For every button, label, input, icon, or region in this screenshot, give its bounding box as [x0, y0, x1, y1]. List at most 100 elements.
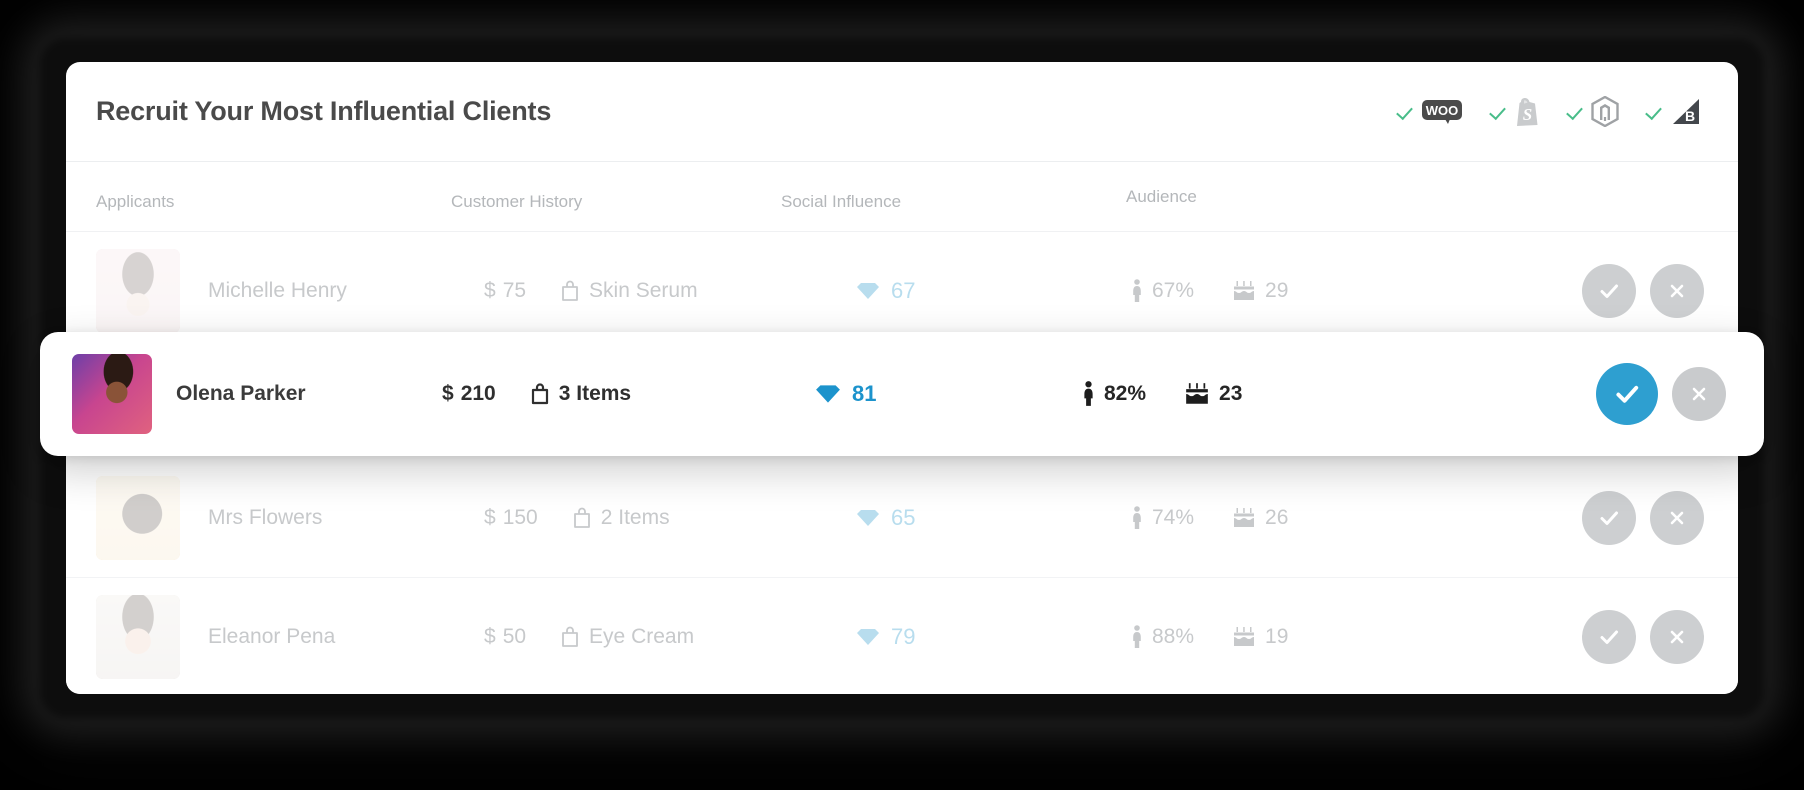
table-row-selected[interactable]: Olena Parker $210 3 Items 81 82% 23	[40, 332, 1764, 456]
accept-button[interactable]	[1582, 610, 1636, 664]
female-percentage: 88%	[1152, 625, 1195, 648]
diamond-icon	[816, 385, 840, 403]
birthday-cake-icon	[1186, 383, 1208, 404]
avatar	[96, 475, 180, 560]
row-actions	[1596, 363, 1726, 425]
price-value: $50	[484, 625, 526, 649]
audience-cell: 88% 19	[1131, 625, 1288, 649]
product-name: 2 Items	[600, 505, 670, 529]
row-actions	[1582, 610, 1704, 664]
accept-button[interactable]	[1596, 363, 1658, 425]
product-name: Eye Cream	[589, 625, 695, 648]
female-percentage-metric: 88%	[1131, 625, 1194, 649]
product-info: Eye Cream	[560, 625, 694, 649]
reject-button[interactable]	[1650, 490, 1704, 545]
row-actions	[1582, 263, 1704, 318]
integration-magento[interactable]	[1566, 96, 1619, 127]
table-row[interactable]: Mrs Flowers $150 2 Items 65 74% 26	[66, 458, 1738, 578]
shopping-bag-icon	[531, 383, 548, 405]
female-percentage: 67%	[1152, 278, 1195, 302]
birthday-cake-icon	[1234, 280, 1255, 300]
currency-symbol: $	[484, 505, 496, 529]
influence-score: 79	[891, 624, 916, 649]
integration-bigcommerce[interactable]: B	[1645, 98, 1700, 126]
social-influence-cell: 81	[815, 381, 876, 407]
female-percentage-metric: 74%	[1131, 506, 1194, 530]
diamond-icon	[857, 282, 879, 299]
currency-symbol: $	[484, 625, 496, 648]
magento-icon	[1591, 96, 1619, 127]
reject-button[interactable]	[1650, 610, 1704, 664]
price-amount: 75	[502, 278, 527, 302]
check-icon	[1600, 511, 1618, 525]
diamond-icon	[857, 509, 879, 526]
social-influence-cell: 65	[856, 505, 915, 531]
close-icon	[1670, 284, 1684, 297]
reject-button[interactable]	[1650, 263, 1704, 318]
audience-cell: 67% 29	[1131, 279, 1288, 303]
age-metric: 29	[1232, 279, 1288, 303]
close-icon	[1670, 630, 1684, 644]
product-name: 3 Items	[558, 382, 632, 405]
applicant-name: Eleanor Pena	[208, 625, 336, 648]
woocommerce-icon: WOO	[1422, 99, 1462, 124]
female-percentage-metric: 67%	[1131, 279, 1194, 303]
age-metric: 26	[1232, 506, 1288, 530]
check-icon	[1600, 630, 1618, 644]
check-icon	[1616, 385, 1639, 403]
influence-score: 81	[852, 381, 877, 406]
applicant-list: Michelle Henry $75 Skin Serum 67 67% 29 …	[66, 232, 1738, 694]
audience-cell: 82% 23	[1082, 381, 1242, 407]
female-percentage: 82%	[1104, 382, 1147, 405]
reject-button[interactable]	[1672, 367, 1726, 421]
column-header-customer-history: Customer History	[451, 192, 583, 211]
product-name: Skin Serum	[589, 278, 698, 302]
integration-list: WOO S B	[1396, 96, 1706, 127]
influence-score: 67	[891, 277, 916, 303]
price-value: $150	[484, 506, 538, 530]
social-influence-cell: 67	[856, 278, 915, 304]
customer-history-cell: $150 2 Items	[484, 506, 670, 530]
check-icon	[1600, 284, 1618, 298]
integration-shopify[interactable]: S	[1489, 97, 1540, 127]
diamond-icon	[857, 629, 879, 645]
age-value: 29	[1265, 278, 1289, 302]
age-value: 23	[1219, 382, 1243, 405]
female-figure-icon	[1084, 381, 1093, 406]
customer-history-cell: $50 Eye Cream	[484, 625, 694, 649]
table-header-row: Applicants Customer History Social Influ…	[66, 162, 1738, 232]
age-metric: 23	[1184, 382, 1242, 406]
bigcommerce-icon: B	[1673, 98, 1699, 124]
price-amount: 210	[460, 382, 496, 405]
accept-button[interactable]	[1582, 490, 1636, 545]
column-header-social-influence: Social Influence	[781, 192, 902, 211]
table-row[interactable]: Eleanor Pena $50 Eye Cream 79 88% 19	[66, 578, 1738, 694]
check-icon	[1566, 102, 1586, 122]
age-metric: 19	[1232, 625, 1288, 649]
female-percentage-metric: 82%	[1082, 381, 1146, 407]
column-header-audience: Audience	[1126, 187, 1197, 206]
female-figure-icon	[1133, 505, 1141, 529]
svg-text:B: B	[1685, 108, 1695, 124]
age-value: 26	[1265, 505, 1289, 529]
accept-button[interactable]	[1582, 263, 1636, 318]
close-icon	[1692, 387, 1706, 401]
avatar	[96, 248, 180, 333]
birthday-cake-icon	[1234, 627, 1255, 646]
product-info: 2 Items	[572, 506, 670, 530]
applicant-name: Michelle Henry	[208, 278, 347, 302]
card-header: Recruit Your Most Influential Clients WO…	[66, 62, 1738, 162]
svg-text:WOO: WOO	[1426, 103, 1459, 118]
integration-woocommerce[interactable]: WOO	[1396, 99, 1463, 125]
audience-cell: 74% 26	[1131, 506, 1288, 530]
female-percentage: 74%	[1152, 505, 1195, 529]
product-info: 3 Items	[530, 382, 631, 406]
price-amount: 50	[502, 625, 527, 648]
applicant-name: Olena Parker	[176, 382, 306, 405]
page-title: Recruit Your Most Influential Clients	[96, 96, 552, 126]
row-actions	[1582, 490, 1704, 545]
shopping-bag-icon	[562, 280, 578, 301]
check-icon	[1645, 102, 1665, 122]
close-icon	[1670, 511, 1684, 524]
female-figure-icon	[1133, 625, 1141, 648]
